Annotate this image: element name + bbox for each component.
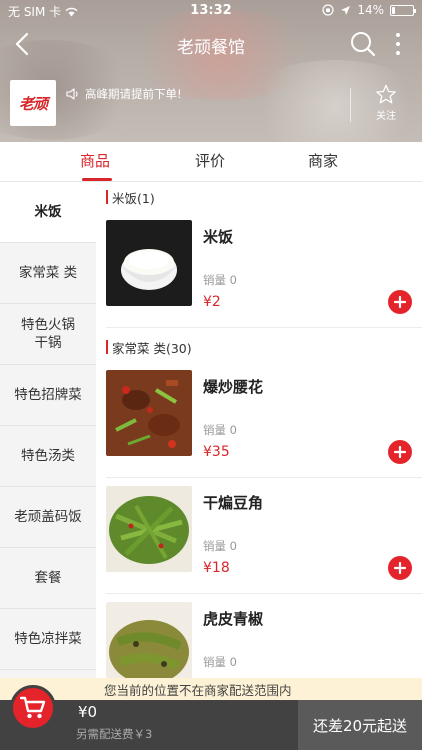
sidebar-item-cold-dishes[interactable]: 特色凉拌菜 [0,609,96,670]
tab-products[interactable]: 商品 [80,150,110,171]
shop-notice: 高峰期请提前下单! [66,86,182,102]
dish-name: 干煸豆角 [203,494,264,512]
delivery-warning-text: 您当前的位置不在商家配送范围内 [104,682,292,698]
dish-name: 米饭 [203,228,234,246]
shop-logo: 老顽 [10,80,56,126]
dish-name: 爆炒腰花 [203,378,264,396]
cart-button[interactable] [10,685,56,731]
add-to-cart-button[interactable] [388,290,412,314]
dish-sales: 销量 0 [203,273,237,287]
dish-photo [106,486,192,572]
dish-list: 米饭(1) 米饭 销量 0 ¥2 家常菜 类(30) 爆炒腰花 销量 0 ¥35… [96,182,422,678]
follow-label: 关注 [376,111,396,122]
dish-sales: 销量 0 [203,423,237,437]
dish-price: ¥35 [203,444,230,460]
sidebar-item-rice-bowl[interactable]: 老顽盖码饭 [0,487,96,548]
dish-name: 虎皮青椒 [203,610,264,628]
battery-icon [390,4,416,16]
add-to-cart-button[interactable] [388,440,412,464]
dish-price: ¥2 [203,294,221,310]
section-header: 家常菜 类(30) [96,332,422,362]
delivery-warning: 您当前的位置不在商家配送范围内 [0,678,422,700]
dish-photo [106,370,192,456]
star-icon [376,84,396,104]
sidebar-item-soup[interactable]: 特色汤类 [0,426,96,487]
plus-icon [394,446,406,458]
orientation-lock-icon [322,4,334,16]
dish-item[interactable]: 虎皮青椒 销量 0 [106,594,422,678]
section-title: 米饭(1) [112,190,155,206]
sidebar-item-signature[interactable]: 特色招牌菜 [0,365,96,426]
divider [350,88,351,122]
section-title: 家常菜 类(30) [112,340,192,356]
active-tab-indicator [82,178,112,181]
dish-sales: 销量 0 [203,539,237,553]
sidebar-item-hotpot[interactable]: 特色火锅 干锅 [0,304,96,365]
plus-icon [394,296,406,308]
shop-notice-text: 高峰期请提前下单! [85,87,182,101]
section-header: 米饭(1) [96,182,422,212]
tab-reviews[interactable]: 评价 [195,150,225,171]
dish-photo [106,602,192,678]
dish-sales: 销量 0 [203,655,237,669]
tab-bar: 商品 评价 商家 [0,142,422,182]
location-icon [341,5,351,15]
battery-percent: 14% [357,3,384,17]
more-options-icon[interactable] [388,29,408,59]
add-to-cart-button[interactable] [388,556,412,580]
status-bar: 无 SIM 卡 13:32 14% [0,0,422,22]
dish-item[interactable]: 米饭 销量 0 ¥2 [106,212,422,328]
dish-price: ¥18 [203,560,230,576]
plus-icon [394,562,406,574]
follow-button[interactable]: 关注 [368,84,404,122]
search-icon[interactable] [348,29,378,59]
dish-photo [106,220,192,306]
checkout-button[interactable]: 还差20元起送 [298,700,422,750]
delivery-fee: 另需配送费￥3 [76,727,153,741]
dish-item[interactable]: 干煸豆角 销量 0 ¥18 [106,478,422,594]
category-sidebar: 米饭 家常菜 类 特色火锅 干锅 特色招牌菜 特色汤类 老顽盖码饭 套餐 特色凉… [0,182,96,678]
cart-bar: ¥0 另需配送费￥3 还差20元起送 [0,700,422,750]
tab-merchant[interactable]: 商家 [308,150,338,171]
sidebar-item-rice[interactable]: 米饭 [0,182,96,243]
dish-item[interactable]: 爆炒腰花 销量 0 ¥35 [106,362,422,478]
nav-bar: 老顽餐馆 [0,22,422,66]
shopping-cart-icon [20,696,46,719]
sidebar-item-combo[interactable]: 套餐 [0,548,96,609]
speaker-icon [66,88,78,100]
shop-info-bar: 老顽 高峰期请提前下单! 关注 [0,78,422,130]
shop-header-background: 无 SIM 卡 13:32 14% 老顽餐馆 老顽 高峰期请提前下单! 关注 [0,0,422,142]
cart-total: ¥0 [78,703,98,721]
sidebar-item-home-dishes[interactable]: 家常菜 类 [0,243,96,304]
